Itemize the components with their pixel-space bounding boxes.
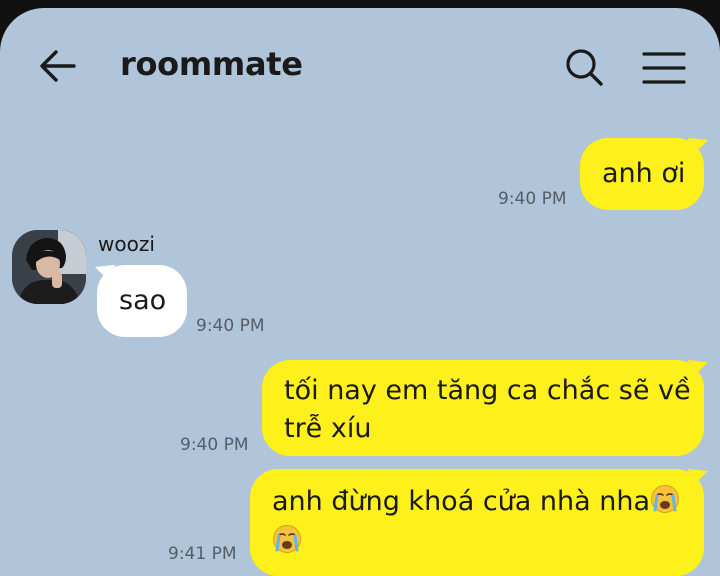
sender-name: woozi	[98, 232, 155, 256]
bubble-tail	[688, 469, 708, 487]
loudly-crying-face-emoji	[273, 525, 301, 553]
back-button[interactable]	[36, 46, 80, 86]
message-time: 9:40 PM	[498, 189, 567, 209]
message-time: 9:40 PM	[196, 316, 265, 336]
message-line	[272, 523, 704, 561]
message-line: anh đừng khoá cửa nhà nha	[272, 483, 704, 521]
bubble-tail	[95, 265, 115, 283]
message-text-line: tối nay em tăng ca chắc sẽ về	[284, 375, 691, 406]
hamburger-menu-icon	[642, 52, 686, 84]
menu-button[interactable]	[640, 48, 688, 88]
loudly-crying-face-emoji	[651, 485, 680, 513]
arrow-left-icon	[40, 50, 76, 82]
message-text: anh ơi	[602, 158, 686, 189]
message-text: sao	[119, 285, 167, 316]
bubble-tail	[688, 138, 708, 156]
outgoing-message-bubble[interactable]: anh ơi	[580, 138, 704, 210]
page-title: roommate	[120, 45, 303, 83]
search-icon	[566, 49, 603, 86]
message-time: 9:41 PM	[168, 544, 237, 564]
avatar-image	[12, 230, 86, 304]
chat-screen: roommate 9:40 PM anh ơi woozi sao 9:40 P…	[0, 8, 720, 576]
outgoing-message-bubble[interactable]: tối nay em tăng ca chắc sẽ về trễ xíu	[262, 360, 704, 456]
chat-header: roommate	[0, 8, 720, 118]
outgoing-message-bubble[interactable]: anh đừng khoá cửa nhà nha	[250, 469, 704, 576]
message-text-line: trễ xíu	[284, 413, 372, 444]
message-text: anh đừng khoá cửa nhà nha	[272, 486, 651, 517]
bubble-tail	[688, 360, 708, 378]
search-button[interactable]	[563, 46, 605, 88]
message-time: 9:40 PM	[180, 435, 249, 455]
avatar[interactable]	[12, 230, 86, 304]
